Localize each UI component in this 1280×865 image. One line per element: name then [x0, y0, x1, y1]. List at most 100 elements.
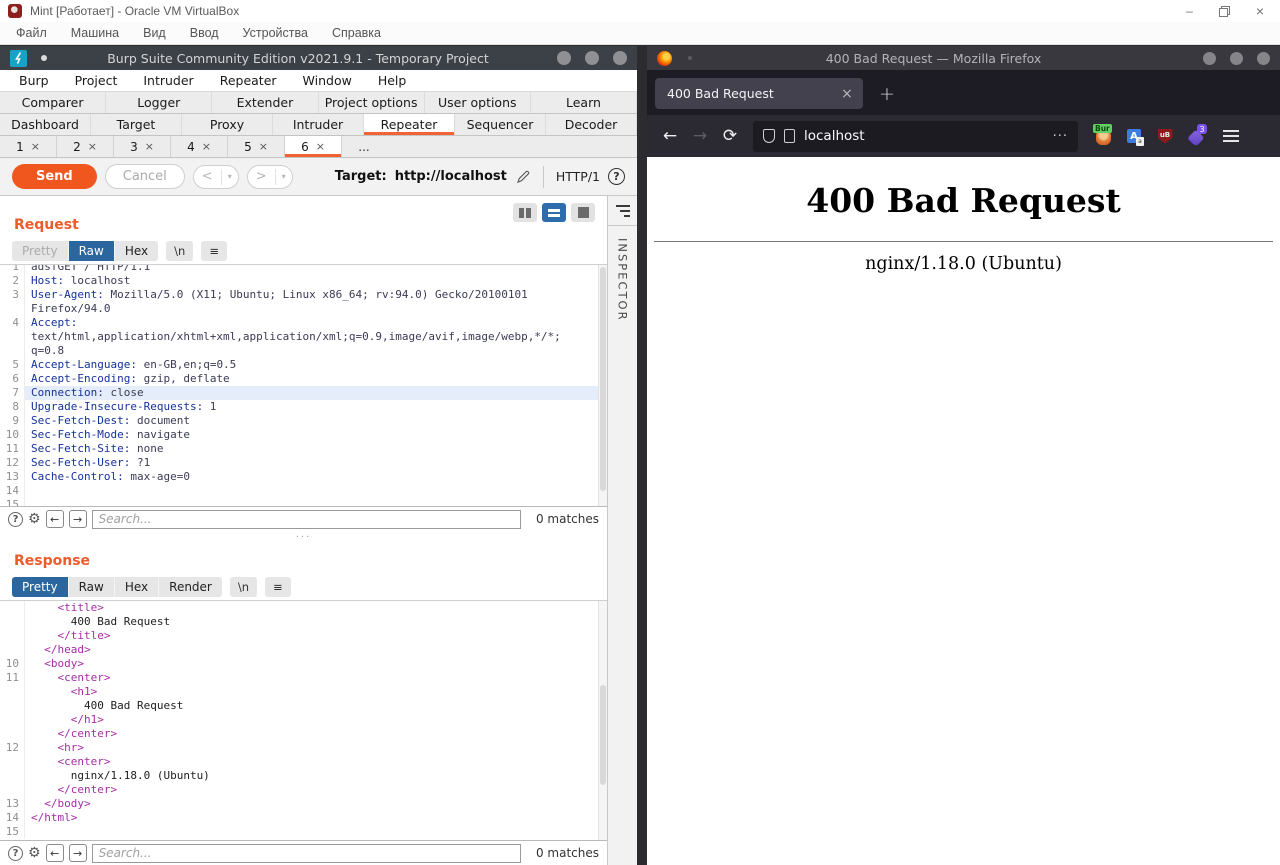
- edit-target-pencil-icon[interactable]: [515, 169, 531, 185]
- repeater-tab-2[interactable]: 2×: [57, 136, 114, 157]
- burp-menu-item-5[interactable]: Help: [365, 73, 420, 88]
- back-button[interactable]: ←: [657, 126, 683, 146]
- newline-toggle-button[interactable]: \n: [166, 241, 193, 261]
- history-back-button[interactable]: < ▾: [193, 165, 239, 189]
- burp-menu-item-0[interactable]: Burp: [6, 73, 62, 88]
- inspector-label[interactable]: INSPECTOR: [616, 238, 630, 322]
- menu-hamburger-icon[interactable]: [1223, 130, 1239, 142]
- close-button[interactable]: [613, 51, 627, 65]
- history-forward-button[interactable]: > ▾: [247, 165, 293, 189]
- tab-extender[interactable]: Extender: [212, 92, 318, 113]
- url-bar[interactable]: localhost ···: [753, 121, 1078, 152]
- format-tab-raw[interactable]: Raw: [69, 241, 115, 261]
- tab-close-icon[interactable]: ×: [31, 140, 40, 153]
- tab-project-options[interactable]: Project options: [319, 92, 425, 113]
- editor-menu-button[interactable]: ≡: [265, 577, 291, 597]
- burp-menu-item-4[interactable]: Window: [290, 73, 365, 88]
- burp-menu-item-3[interactable]: Repeater: [207, 73, 290, 88]
- repeater-tab-1[interactable]: 1×: [0, 136, 57, 157]
- ublock-extension-icon[interactable]: uB: [1156, 127, 1174, 145]
- request-scrollbar[interactable]: [598, 265, 607, 506]
- tab-repeater[interactable]: Repeater: [364, 114, 455, 135]
- host-menu-item-1[interactable]: Машина: [59, 26, 131, 40]
- foxyproxy-extension-icon[interactable]: Bur: [1094, 127, 1112, 145]
- tab-logger[interactable]: Logger: [106, 92, 212, 113]
- response-scrollbar[interactable]: [598, 601, 607, 840]
- format-tab-hex[interactable]: Hex: [115, 577, 159, 597]
- maximize-button[interactable]: [1230, 52, 1243, 65]
- help-icon[interactable]: ?: [608, 168, 625, 185]
- repeater-tab-6[interactable]: 6×: [285, 136, 342, 157]
- response-search-input[interactable]: [92, 844, 521, 863]
- repeater-tab-3[interactable]: 3×: [114, 136, 171, 157]
- search-next-button[interactable]: →: [69, 510, 87, 528]
- tab-close-icon[interactable]: ×: [202, 140, 211, 153]
- cancel-button[interactable]: Cancel: [105, 164, 185, 189]
- request-search-input[interactable]: [92, 510, 521, 529]
- close-button[interactable]: ×: [1256, 5, 1264, 17]
- request-editor[interactable]: 1adsfGET / HTTP/1.12Host: localhost3User…: [0, 264, 607, 506]
- burp-titlebar[interactable]: Burp Suite Community Edition v2021.9.1 -…: [0, 46, 637, 70]
- inspector-collapse-icon[interactable]: [616, 205, 630, 217]
- chevron-down-icon[interactable]: ▾: [276, 172, 292, 181]
- tab-comparer[interactable]: Comparer: [0, 92, 106, 113]
- format-tab-hex[interactable]: Hex: [115, 241, 158, 261]
- search-settings-gear-icon[interactable]: ⚙: [28, 512, 41, 527]
- containers-extension-icon[interactable]: 3: [1187, 127, 1205, 145]
- search-prev-button[interactable]: ←: [46, 510, 64, 528]
- host-menu-item-2[interactable]: Вид: [131, 26, 178, 40]
- host-menu-item-5[interactable]: Справка: [320, 26, 393, 40]
- search-prev-button[interactable]: ←: [46, 844, 64, 862]
- send-button[interactable]: Send: [12, 164, 97, 189]
- search-next-button[interactable]: →: [69, 844, 87, 862]
- maximize-button[interactable]: [585, 51, 599, 65]
- protocol-label[interactable]: HTTP/1: [556, 169, 600, 184]
- scrollbar-thumb[interactable]: [600, 685, 606, 785]
- page-actions-dots-icon[interactable]: ···: [1053, 129, 1068, 144]
- tab-learn[interactable]: Learn: [531, 92, 637, 113]
- tab-close-icon[interactable]: ×: [259, 140, 268, 153]
- host-menu-item-3[interactable]: Ввод: [178, 26, 231, 40]
- minimize-button[interactable]: [557, 51, 571, 65]
- layout-single-button[interactable]: [571, 203, 595, 222]
- repeater-tab-5[interactable]: 5×: [228, 136, 285, 157]
- tab-close-icon[interactable]: ×: [316, 140, 325, 153]
- format-tab-render[interactable]: Render: [159, 577, 222, 597]
- burp-menu-item-1[interactable]: Project: [62, 73, 131, 88]
- url-text[interactable]: localhost: [804, 128, 1044, 144]
- reload-button[interactable]: ⟳: [717, 126, 743, 146]
- search-help-icon[interactable]: ?: [8, 512, 23, 527]
- minimize-button[interactable]: [1203, 52, 1216, 65]
- response-editor[interactable]: <title> 400 Bad Request </title> </head>…: [0, 600, 607, 840]
- chevron-down-icon[interactable]: ▾: [222, 172, 238, 181]
- browser-tab[interactable]: 400 Bad Request ×: [655, 78, 863, 109]
- inspector-sidebar[interactable]: INSPECTOR: [607, 196, 637, 865]
- tab-close-icon[interactable]: ×: [88, 140, 97, 153]
- search-settings-gear-icon[interactable]: ⚙: [28, 846, 41, 861]
- repeater-tab-more[interactable]: ...: [342, 136, 386, 157]
- host-menu-item-0[interactable]: Файл: [4, 26, 59, 40]
- layout-columns-button[interactable]: [513, 203, 537, 222]
- repeater-tab-4[interactable]: 4×: [171, 136, 228, 157]
- tab-target[interactable]: Target: [91, 114, 182, 135]
- newline-toggle-button[interactable]: \n: [230, 577, 257, 597]
- tab-dashboard[interactable]: Dashboard: [0, 114, 91, 135]
- layout-rows-button[interactable]: [542, 203, 566, 222]
- burp-menu-item-2[interactable]: Intruder: [130, 73, 206, 88]
- tab-decoder[interactable]: Decoder: [546, 114, 637, 135]
- search-help-icon[interactable]: ?: [8, 846, 23, 861]
- new-tab-button[interactable]: +: [879, 83, 895, 105]
- forward-button[interactable]: →: [687, 126, 713, 146]
- format-tab-pretty[interactable]: Pretty: [12, 577, 69, 597]
- scrollbar-thumb[interactable]: [600, 267, 606, 491]
- tab-close-icon[interactable]: ×: [145, 140, 154, 153]
- restore-button[interactable]: [1219, 6, 1230, 17]
- page-info-icon[interactable]: [784, 129, 795, 143]
- tab-sequencer[interactable]: Sequencer: [455, 114, 546, 135]
- tab-user-options[interactable]: User options: [425, 92, 531, 113]
- tab-intruder[interactable]: Intruder: [273, 114, 364, 135]
- tab-proxy[interactable]: Proxy: [182, 114, 273, 135]
- panel-splitter-handle[interactable]: ···: [0, 531, 607, 544]
- editor-menu-button[interactable]: ≡: [201, 241, 227, 261]
- tab-close-icon[interactable]: ×: [837, 86, 857, 102]
